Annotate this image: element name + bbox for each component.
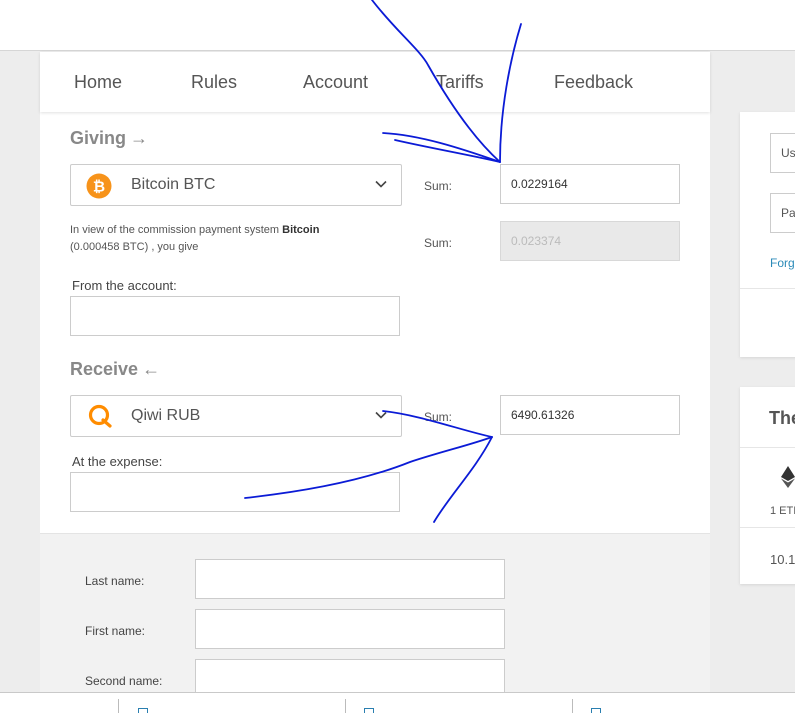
giving-title: Giving → (70, 128, 148, 149)
divider (572, 699, 573, 713)
giving-sum-label: Sum: (424, 179, 453, 193)
expense-input[interactable] (70, 472, 400, 512)
receive-currency-select[interactable]: Qiwi RUB (70, 395, 402, 437)
giving-title-text: Giving (70, 128, 127, 148)
ethereum-icon (781, 466, 795, 488)
commission-note: In view of the commission payment system… (70, 222, 370, 256)
expense-label: At the expense: (72, 454, 163, 469)
giving-currency-select[interactable]: ₿ Bitcoin BTC (70, 164, 402, 206)
left-arrow-icon: ← (142, 359, 161, 379)
nav-feedback[interactable]: Feedback (554, 72, 633, 93)
svg-text:₿: ₿ (93, 178, 105, 196)
exchange-panel: Giving → ₿ Bitcoin BTC Sum: 0.0229164 In … (40, 112, 710, 699)
divider (740, 447, 795, 448)
giving-sum-input[interactable]: 0.0229164 (500, 164, 680, 204)
rate-unit: 1 ETI (770, 505, 795, 517)
divider (118, 699, 119, 713)
forgot-password-link[interactable]: Forg (770, 256, 795, 270)
commission-sum-input: 0.023374 (500, 221, 680, 261)
receive-sum-input[interactable]: 6490.61326 (500, 395, 680, 435)
main-nav: Home Rules Account Tariffs Feedback (40, 52, 710, 112)
divider (740, 288, 795, 289)
commission-prefix: In view of the commission payment system (70, 224, 283, 236)
divider (345, 699, 346, 713)
receive-sum-label: Sum: (424, 410, 453, 424)
first-name-input[interactable] (195, 609, 505, 649)
document-icon[interactable] (138, 708, 148, 713)
rates-card: The 1 ETI 10.1 (740, 387, 795, 584)
document-icon[interactable] (364, 708, 374, 713)
commission-suffix: (0.000458 BTC) , you give (70, 241, 199, 253)
divider (740, 527, 795, 528)
nav-account[interactable]: Account (303, 72, 368, 93)
login-card: Us Pa Forg (740, 112, 795, 357)
bottom-bar (0, 692, 795, 713)
receive-title: Receive ← (70, 359, 160, 380)
receive-title-text: Receive (70, 359, 139, 379)
qiwi-icon (88, 404, 112, 428)
last-name-input[interactable] (195, 559, 505, 599)
personal-details-section: Last name: First name: Second name: (40, 533, 710, 699)
chevron-down-icon (375, 411, 387, 419)
receive-currency-label: Qiwi RUB (131, 407, 201, 424)
nav-home[interactable]: Home (74, 72, 122, 93)
document-icon[interactable] (591, 708, 601, 713)
from-account-input[interactable] (70, 296, 400, 336)
bitcoin-icon: ₿ (86, 173, 112, 199)
second-name-label: Second name: (85, 674, 163, 688)
commission-system: Bitcoin (282, 224, 320, 236)
username-input[interactable]: Us (770, 133, 795, 173)
rate-value: 10.1 (770, 552, 795, 567)
giving-currency-label: Bitcoin BTC (131, 176, 216, 193)
rates-title: The (769, 408, 795, 428)
from-account-label: From the account: (72, 278, 177, 293)
first-name-label: First name: (85, 624, 146, 638)
password-input[interactable]: Pa (770, 193, 795, 233)
last-name-label: Last name: (85, 574, 145, 588)
nav-tariffs[interactable]: Tariffs (436, 72, 484, 93)
right-arrow-icon: → (130, 128, 149, 148)
chevron-down-icon (375, 180, 387, 188)
nav-rules[interactable]: Rules (191, 72, 237, 93)
browser-top-bar (0, 0, 795, 51)
commission-sum-label: Sum: (424, 236, 453, 250)
